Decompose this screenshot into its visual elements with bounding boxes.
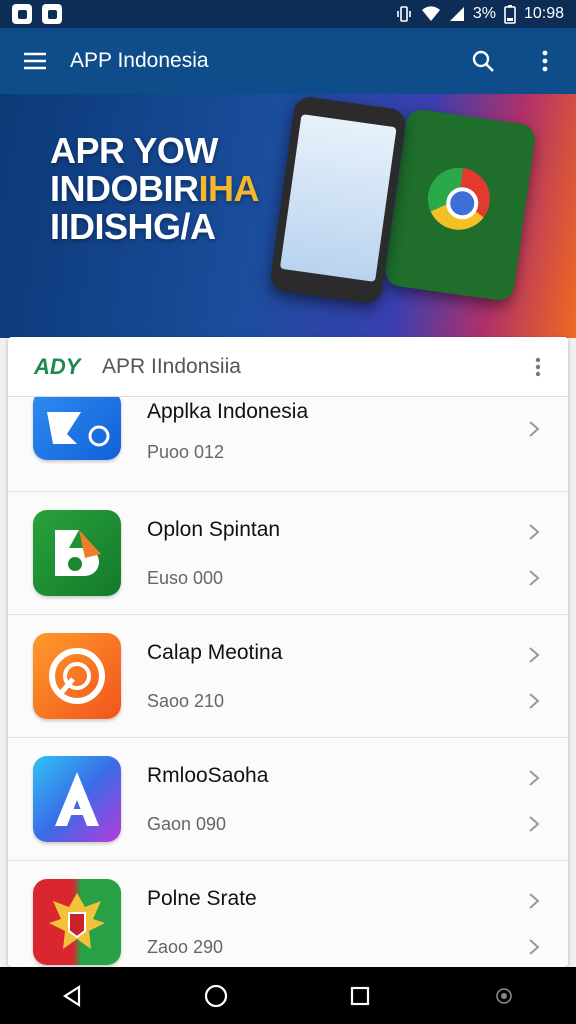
app-subtitle: Zaoo 290 xyxy=(147,936,224,957)
chevron-right-icon xyxy=(522,935,546,959)
vibrate-icon xyxy=(397,6,411,22)
more-vert-icon xyxy=(542,50,548,72)
tablet-illustration xyxy=(383,107,537,303)
banner-line-1: APR YOW xyxy=(50,130,218,171)
recents-square-icon xyxy=(350,986,370,1005)
app-icon-garuda xyxy=(33,879,121,965)
app-name: Calap Meotina xyxy=(147,640,283,664)
banner-line-2-white: INDOBIR xyxy=(50,168,199,209)
back-triangle-icon xyxy=(62,984,81,1007)
hamburger-icon xyxy=(24,52,46,70)
chevron-right-icon xyxy=(522,766,546,790)
app-name: Applka Indonesia xyxy=(147,399,309,423)
phone-screen xyxy=(279,114,397,282)
search-icon xyxy=(472,50,494,72)
app-subtitle: Gaon 090 xyxy=(147,813,227,834)
home-circle-icon xyxy=(204,984,228,1007)
app-list-card: ADY APR IIndonsiia Applka Indonesia Puoo… xyxy=(8,337,568,967)
battery-icon xyxy=(504,5,516,24)
app-icon-gradient-a xyxy=(33,756,121,842)
chevron-right-icon xyxy=(522,643,546,667)
list-item[interactable]: RmlooSaoha Gaon 090 xyxy=(8,738,568,861)
wifi-icon xyxy=(421,6,440,21)
app-logo: ADY xyxy=(34,353,81,379)
signal-icon xyxy=(449,7,464,21)
chevron-right-icon xyxy=(522,689,546,713)
status-bar: 3% 10:98 xyxy=(0,0,576,28)
banner-line-2-yellow: IHA xyxy=(198,168,260,209)
banner-line-3: IIDISHG/A xyxy=(50,206,216,247)
chevron-right-icon xyxy=(522,520,546,544)
recents-button[interactable] xyxy=(330,967,390,1024)
sync-notification-icon xyxy=(12,4,32,24)
chevron-right-icon xyxy=(522,889,546,913)
back-button[interactable] xyxy=(42,967,102,1024)
target-icon xyxy=(496,987,512,1004)
app-icon-orange-circle xyxy=(33,633,121,719)
chevron-right-icon xyxy=(522,417,546,441)
promo-banner[interactable]: APR YOW INDOBIRIHA IIDISHG/A xyxy=(0,94,576,338)
app-subtitle: Puoo 012 xyxy=(147,441,225,462)
app-subtitle: Saoo 210 xyxy=(147,690,225,711)
banner-headline: APR YOW INDOBIRIHA IIDISHG/A xyxy=(50,132,259,246)
list-item[interactable]: Applka Indonesia Puoo 012 xyxy=(8,389,568,492)
battery-percent: 3% xyxy=(472,5,496,22)
list-item[interactable]: Polne Srate Zaoo 290 xyxy=(8,861,568,967)
chevron-right-icon xyxy=(522,566,546,590)
clock: 10:98 xyxy=(523,5,564,22)
app-bar: APP Indonesia xyxy=(0,28,576,94)
overflow-menu-button[interactable] xyxy=(514,28,576,94)
search-button[interactable] xyxy=(452,28,514,94)
app-title: APP Indonesia xyxy=(70,49,209,72)
chrome-logo-icon xyxy=(423,163,494,234)
card-more-button[interactable] xyxy=(508,337,568,397)
card-header: ADY APR IIndonsiia xyxy=(8,337,568,397)
app-list: Applka Indonesia Puoo 012 Oplon Spintan … xyxy=(8,389,568,967)
app-name: Oplon Spintan xyxy=(147,517,281,541)
app-name: RmlooSaoha xyxy=(147,763,269,787)
menu-button[interactable] xyxy=(0,28,70,94)
list-item[interactable]: Oplon Spintan Euso 000 xyxy=(8,492,568,615)
app-icon-green-b xyxy=(33,510,121,596)
app-notification-icon xyxy=(42,4,62,24)
more-vert-icon xyxy=(535,357,541,376)
chevron-right-icon xyxy=(522,812,546,836)
system-nav-bar xyxy=(0,967,576,1024)
card-title: APR IIndonsiia xyxy=(102,354,241,378)
banner-line-2: INDOBIRIHA xyxy=(50,170,259,208)
app-name: Polne Srate xyxy=(147,886,257,910)
accessibility-button[interactable] xyxy=(474,967,534,1024)
app-subtitle: Euso 000 xyxy=(147,567,224,588)
home-button[interactable] xyxy=(186,967,246,1024)
app-icon-blue-arrow xyxy=(33,390,121,460)
list-item[interactable]: Calap Meotina Saoo 210 xyxy=(8,615,568,738)
